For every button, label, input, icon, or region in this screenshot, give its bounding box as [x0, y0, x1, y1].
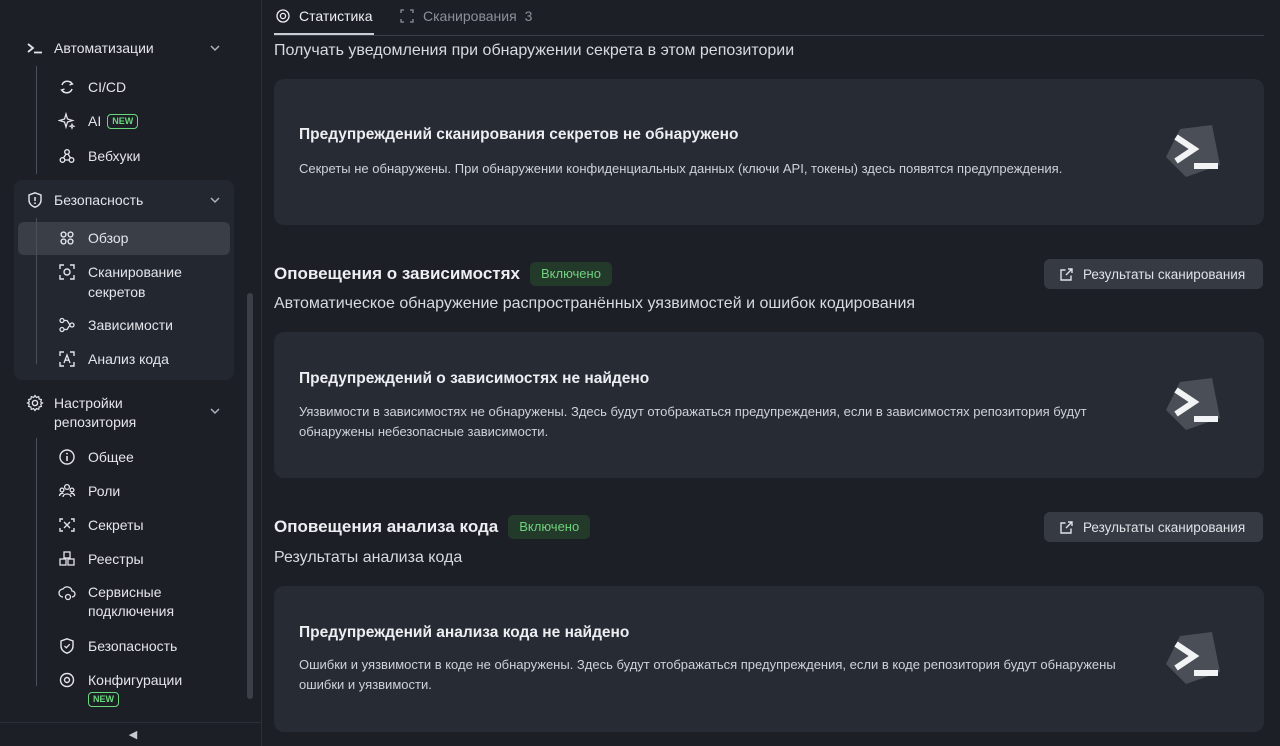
roles-icon: [58, 482, 76, 500]
card-title: Предупреждений о зависимостях не найдено: [299, 370, 650, 387]
info-icon: [58, 448, 76, 466]
sidebar-item-code-analysis[interactable]: Анализ кода: [18, 343, 230, 375]
sidebar-item-secret-scanning[interactable]: Сканирование секретов: [18, 262, 230, 302]
main-content: Статистика Сканирования 3 Получать уведо…: [262, 0, 1280, 746]
sidebar-group-security[interactable]: Безопасность: [18, 186, 230, 214]
secrets-description: Получать уведомления при обнаружении сек…: [274, 42, 795, 59]
code-analysis-header: Оповещения анализа кода Включено: [274, 515, 591, 539]
sidebar-item-label: Роли: [88, 483, 121, 499]
tab-count: 3: [524, 8, 533, 24]
tab-statistics[interactable]: Статистика: [276, 8, 373, 24]
sidebar-item-label: CI/CD: [88, 79, 127, 95]
sidebar-item-label: Вебхуки: [88, 148, 141, 164]
card-text: Уязвимости в зависимостях не обнаружены.…: [299, 404, 1087, 439]
terminal-logo-icon: [1166, 125, 1220, 177]
sidebar-group-label: Настройки репозитория: [54, 395, 137, 430]
grid-icon: [58, 229, 76, 247]
sidebar-item-label: Анализ кода: [88, 351, 169, 367]
statistics-icon: [276, 9, 290, 23]
tab-label: Статистика: [299, 8, 373, 24]
status-badge: Включено: [529, 262, 612, 286]
dependencies-description: Автоматическое обнаружение распространён…: [274, 295, 916, 312]
sidebar-item-label: Зависимости: [88, 317, 173, 333]
code-analysis-empty-card: Предупреждений анализа кода не найдено О…: [274, 586, 1264, 732]
sidebar-item-ai[interactable]: AI NEW: [18, 105, 230, 137]
sidebar-item-label: AI: [88, 113, 102, 129]
status-badge: Включено: [508, 515, 591, 539]
section-title: Оповещения анализа кода: [274, 517, 499, 536]
sidebar-item-overview[interactable]: Обзор: [18, 222, 230, 254]
sidebar-scrollbar[interactable]: [247, 293, 253, 699]
sidebar-group-automation[interactable]: Автоматизации: [18, 34, 230, 62]
webhook-icon: [58, 147, 76, 165]
sidebar-item-service-connections[interactable]: Сервисные подключения: [18, 583, 230, 623]
dependencies-empty-card: Предупреждений о зависимостях не найдено…: [274, 332, 1264, 478]
sidebar-item-label: Реестры: [88, 551, 144, 567]
sidebar-item-roles[interactable]: Роли: [18, 475, 230, 507]
config-label-wrap: Конфигурации NEW: [88, 670, 182, 707]
scan-results-button[interactable]: Результаты сканирования: [1044, 512, 1263, 542]
sidebar-footer: ◀: [0, 722, 262, 746]
shield-alert-icon: [26, 191, 44, 209]
sidebar-item-general[interactable]: Общее: [18, 441, 230, 473]
new-badge: NEW: [88, 692, 119, 707]
service-connection-icon: [58, 584, 76, 602]
button-label: Результаты сканирования: [1083, 266, 1246, 282]
chevron-down-icon[interactable]: [208, 41, 222, 55]
secrets-empty-card: Предупреждений сканирования секретов не …: [274, 79, 1264, 225]
collapse-left-icon[interactable]: ◀: [126, 728, 140, 742]
registry-icon: [58, 550, 76, 568]
scan-results-button[interactable]: Результаты сканирования: [1044, 259, 1263, 289]
sidebar-group-label: Безопасность: [54, 192, 144, 208]
external-link-icon: [1060, 267, 1073, 281]
external-link-icon: [1060, 520, 1073, 534]
sidebar: Автоматизации CI/CD AI NEW Вебхуки Безоп…: [0, 0, 262, 746]
sidebar-item-registries[interactable]: Реестры: [18, 543, 230, 575]
sidebar-item-configurations[interactable]: Конфигурации NEW: [18, 670, 230, 710]
button-label: Результаты сканирования: [1083, 519, 1246, 535]
sidebar-item-label: Безопасность: [88, 638, 178, 654]
section-title: Оповещения о зависимостях: [274, 264, 520, 283]
sidebar-item-label: Сканирование секретов: [88, 264, 182, 300]
dependencies-icon: [58, 316, 76, 334]
terminal-logo-icon: [1166, 378, 1220, 430]
shield-icon: [58, 637, 76, 655]
scan-icon: [58, 263, 76, 281]
config-icon: [58, 671, 76, 689]
code-analysis-icon: [58, 350, 76, 368]
scan-icon: [400, 9, 414, 23]
sidebar-scroll-area: Автоматизации CI/CD AI NEW Вебхуки Безоп…: [0, 0, 262, 722]
tab-bar: Статистика Сканирования 3: [274, 0, 1264, 36]
terminal-icon: [26, 39, 44, 57]
sidebar-item-label: Секреты: [88, 517, 144, 533]
sidebar-item-label: Общее: [88, 449, 134, 465]
secrets-icon: [58, 516, 76, 534]
sidebar-item-label: Конфигурации: [88, 672, 183, 688]
sidebar-item-security-settings[interactable]: Безопасность: [18, 630, 230, 662]
dependencies-header: Оповещения о зависимостях Включено: [274, 262, 612, 286]
sidebar-group-settings[interactable]: Настройки репозитория: [18, 394, 230, 434]
chevron-down-icon[interactable]: [208, 404, 222, 418]
tab-label: Сканирования: [423, 8, 517, 24]
chevron-down-icon[interactable]: [208, 193, 222, 207]
sidebar-item-webhooks[interactable]: Вебхуки: [18, 140, 230, 172]
new-badge: NEW: [107, 113, 139, 129]
tab-scans[interactable]: Сканирования 3: [400, 8, 532, 24]
terminal-logo-icon: [1166, 632, 1220, 684]
sidebar-item-label: Сервисные подключения: [88, 584, 175, 619]
cicd-icon: [58, 78, 76, 96]
card-text: Секреты не обнаружены. При обнаружении к…: [299, 161, 1063, 176]
sidebar-item-cicd[interactable]: CI/CD: [18, 71, 230, 103]
sidebar-item-secrets[interactable]: Секреты: [18, 509, 230, 541]
card-title: Предупреждений сканирования секретов не …: [299, 126, 739, 143]
sidebar-group-label: Автоматизации: [54, 40, 154, 56]
gear-icon: [26, 394, 44, 412]
sparkle-icon: [58, 112, 76, 130]
sidebar-item-dependencies[interactable]: Зависимости: [18, 309, 230, 341]
code-analysis-description: Результаты анализа кода: [274, 549, 463, 566]
card-text: Ошибки и уязвимости в коде не обнаружены…: [299, 657, 1116, 692]
sidebar-item-label: Обзор: [88, 230, 129, 246]
card-title: Предупреждений анализа кода не найдено: [299, 624, 630, 641]
active-tab-indicator: [274, 33, 374, 35]
